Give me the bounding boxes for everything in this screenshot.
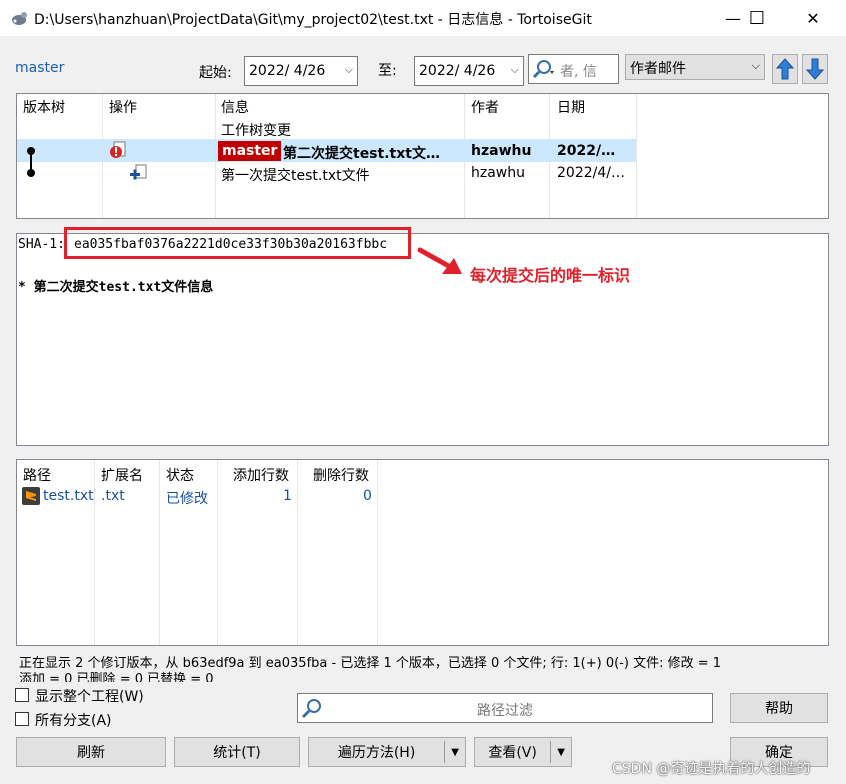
- column-header-deleted[interactable]: 删除行数: [313, 465, 369, 485]
- search-input[interactable]: 者, 信: [528, 54, 619, 84]
- all-branches-label[interactable]: 所有分支(A): [35, 710, 112, 730]
- highlight-box: [64, 227, 411, 259]
- log-row-message[interactable]: 第一次提交test.txt文件: [221, 165, 370, 185]
- column-header-extension[interactable]: 扩展名: [101, 465, 143, 485]
- statistics-button[interactable]: 统计(T): [174, 737, 300, 767]
- window-title: D:\Users\hanzhuan\ProjectData\Git\my_pro…: [34, 12, 592, 28]
- refresh-button[interactable]: 刷新: [16, 737, 166, 767]
- watermark: CSDN @奇迹是执着的人创造的: [612, 761, 811, 777]
- log-row-message: 第二次提交test.txt文…: [283, 146, 440, 162]
- column-divider: [377, 460, 378, 645]
- file-path[interactable]: test.txt: [43, 488, 94, 504]
- chevron-down-icon: ⌵: [751, 59, 760, 72]
- walk-method-button[interactable]: 遍历方法(H) ▼: [308, 737, 466, 767]
- path-filter-input[interactable]: 路径过滤: [297, 693, 713, 723]
- modified-file-icon: [110, 141, 126, 158]
- log-row-message[interactable]: 工作树变更: [221, 120, 291, 140]
- show-whole-project-checkbox[interactable]: [15, 688, 29, 702]
- file-deleted-lines: 0: [363, 488, 372, 504]
- revision-graph: [27, 147, 35, 177]
- to-date-picker[interactable]: 2022/ 4/26 ⌵: [414, 56, 524, 86]
- file-status: 已修改: [166, 491, 208, 507]
- sha-label: SHA-1:: [18, 237, 65, 252]
- from-date-picker[interactable]: 2022/ 4/26 ⌵: [244, 56, 358, 86]
- search-icon: [532, 60, 554, 79]
- help-button[interactable]: 帮助: [730, 693, 828, 723]
- status-summary: 正在显示 2 个修订版本，从 b63edf9a 到 ea035fba - 已选择…: [19, 656, 827, 682]
- log-row-date: 2022/…: [557, 143, 616, 159]
- branch-badge: master: [218, 141, 282, 161]
- column-divider: [94, 460, 95, 645]
- column-header-status[interactable]: 状态: [166, 465, 194, 485]
- log-row-author: hzawhu: [471, 143, 532, 159]
- log-row-author: hzawhu: [471, 165, 525, 181]
- all-branches-checkbox[interactable]: [15, 712, 29, 726]
- view-button[interactable]: 查看(V) ▼: [474, 737, 572, 767]
- chevron-down-icon[interactable]: ▼: [551, 747, 571, 758]
- commit-message: * 第二次提交test.txt文件信息: [18, 280, 214, 295]
- chevron-down-icon: ⌵: [510, 63, 519, 76]
- from-label: 起始:: [199, 65, 232, 81]
- column-header-graph[interactable]: 版本树: [23, 97, 65, 117]
- column-header-date[interactable]: 日期: [557, 97, 585, 117]
- file-extension: .txt: [101, 488, 125, 504]
- search-field-value: 作者邮件: [630, 61, 686, 77]
- status-line-2: 添加 = 0 已删除 = 0 已替换 = 0: [19, 672, 214, 682]
- column-divider: [297, 460, 298, 645]
- column-header-message[interactable]: 信息: [221, 97, 249, 117]
- added-file-icon: [130, 164, 147, 180]
- arrow-down-icon: [806, 58, 824, 80]
- column-header-author[interactable]: 作者: [471, 97, 499, 117]
- branch-link[interactable]: master: [15, 60, 64, 76]
- search-placeholder: 者, 信: [560, 64, 597, 80]
- status-line-1: 正在显示 2 个修订版本，从 b63edf9a 到 ea035fba - 已选择…: [19, 656, 722, 671]
- log-row-date: 2022/4/…: [557, 165, 625, 181]
- annotation-arrow-icon: [417, 247, 462, 274]
- file-list[interactable]: [16, 459, 829, 646]
- path-filter-placeholder: 路径过滤: [477, 703, 533, 719]
- show-whole-project-label[interactable]: 显示整个工程(W): [35, 686, 144, 706]
- column-header-actions[interactable]: 操作: [109, 97, 137, 117]
- column-divider: [159, 460, 160, 645]
- column-divider: [217, 460, 218, 645]
- annotation-text: 每次提交后的唯一标识: [470, 266, 631, 285]
- tortoisegit-logo-icon: [12, 12, 27, 25]
- next-page-button[interactable]: [802, 54, 828, 84]
- column-header-added[interactable]: 添加行数: [233, 465, 289, 485]
- arrow-up-icon: [776, 58, 794, 80]
- to-date-value: 2022/ 4/26: [419, 63, 496, 79]
- file-added-lines: 1: [283, 488, 292, 504]
- column-divider: [636, 94, 637, 218]
- close-button[interactable]: ✕: [790, 0, 836, 36]
- walk-method-label: 遍历方法(H): [337, 745, 416, 761]
- view-label: 查看(V): [488, 745, 537, 761]
- sublime-file-icon: [22, 487, 40, 505]
- maximize-button[interactable]: ☐: [734, 0, 780, 36]
- column-header-path[interactable]: 路径: [23, 465, 51, 485]
- search-field-combo[interactable]: 作者邮件 ⌵: [625, 54, 765, 80]
- chevron-down-icon[interactable]: ▼: [445, 747, 465, 758]
- chevron-down-icon: ⌵: [344, 63, 353, 76]
- previous-page-button[interactable]: [772, 54, 798, 84]
- to-label: 至:: [378, 63, 397, 79]
- from-date-value: 2022/ 4/26: [249, 63, 326, 79]
